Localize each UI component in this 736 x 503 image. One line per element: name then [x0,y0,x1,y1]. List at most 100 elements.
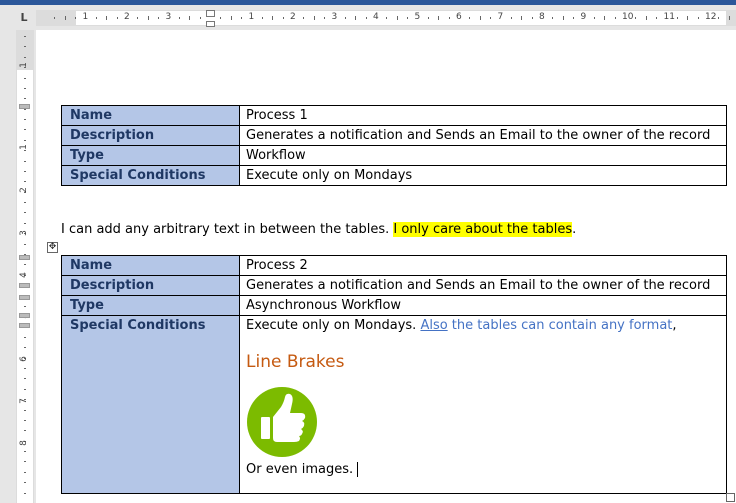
table-value-cell[interactable]: Process 1 [239,105,727,126]
table-value-cell[interactable]: Generates a notification and Sends an Em… [239,125,727,146]
table-key-cell[interactable]: Name [61,255,240,276]
special-conditions-text: Execute only on Mondays. [246,318,421,333]
ruler-tick [147,16,149,20]
ruler-tick [24,482,26,484]
table-value-cell[interactable]: Process 2 [239,255,727,276]
ruler-tick [521,16,523,20]
table-value-cell[interactable]: Generates a notification and Sends an Em… [239,275,727,296]
table-row: Type Asynchronous Workflow [61,295,727,316]
table-key-cell[interactable]: Description [61,125,240,146]
ruler-tick [24,347,26,349]
table-value-cell[interactable]: Workflow [239,145,727,166]
row-marker[interactable] [19,295,30,300]
table-row: Type Workflow [61,145,727,166]
table-value-cell[interactable]: Execute only on Mondays [239,165,727,186]
ruler-tick [24,170,26,172]
table-value-cell[interactable]: Asynchronous Workflow [239,295,727,316]
ruler-tick [24,36,26,37]
ruler-tick [386,17,388,19]
ruler-tick [24,129,26,131]
ruler-tick [24,139,26,141]
ruler-tick [365,17,367,19]
ruler-tick [116,17,118,19]
ruler-tick [438,16,440,20]
ruler-tick [697,17,699,19]
ruler-tick [220,17,222,19]
ruler-tick [282,17,284,19]
ruler-tick [24,212,26,214]
row-marker[interactable] [19,255,30,260]
ruler-tick [24,461,26,463]
ruler-tick [531,17,533,19]
format-text: the tables can contain any format [447,318,673,333]
ruler-tick [106,16,108,20]
table-move-handle-icon[interactable]: ✥ [47,242,58,253]
ruler-tick [728,16,730,20]
ruler-tick [24,243,26,245]
body-paragraph[interactable]: I can add any arbitrary text in between … [61,222,576,237]
ruler-tick [687,16,689,20]
ruler-tick [24,77,26,79]
ruler-number: 7 [18,398,29,404]
table-row: Special Conditions Execute only on Monda… [61,315,727,494]
ruler-number: 11 [663,12,675,22]
ruler-tick [635,17,637,19]
table-key-cell[interactable]: Description [61,275,240,296]
ruler-tick [24,160,26,162]
process-table-1: Name Process 1 Description Generates a n… [61,105,727,186]
ruler-tick [396,16,398,20]
table-key-cell[interactable]: Special Conditions [61,315,240,494]
ruler-tick [261,17,263,19]
thumbs-up-icon[interactable] [246,386,318,458]
ruler-tick [313,16,315,20]
row-marker[interactable] [19,313,30,318]
ruler-number: 4 [373,12,379,22]
ruler-tick [718,17,720,19]
ruler-tick [469,17,471,19]
special-conditions-cell[interactable]: Execute only on Mondays. Also the tables… [239,315,727,494]
row-marker[interactable] [19,104,30,109]
table-key-cell[interactable]: Special Conditions [61,165,240,186]
horizontal-ruler[interactable]: 1 2 3 1 2 3 4 5 6 7 8 9 10 11 12 [36,10,736,27]
ruler-tick [645,16,647,20]
indent-marker[interactable] [206,21,215,27]
ruler-tick [24,56,26,58]
ruler-tick [24,492,26,494]
ruler-number: 1 [18,144,29,150]
ruler-tick [24,419,26,421]
ruler-number: 3 [165,12,172,22]
vertical-ruler[interactable]: 112345678 [16,30,34,503]
ruler-tick [24,409,26,411]
table-key-cell[interactable]: Name [61,105,240,126]
ruler-tick [24,98,26,100]
table-key-cell[interactable]: Type [61,295,240,316]
row-marker[interactable] [19,323,30,328]
ruler-number: 1 [248,12,255,22]
ruler-tick [75,17,77,19]
images-caption: Or even images. [246,462,354,477]
ruler-tick [24,46,26,48]
row-marker[interactable] [19,283,30,288]
table-resize-handle[interactable] [726,493,735,502]
ruler-tick [24,388,26,390]
text-cursor [357,462,359,477]
ruler-tick [510,17,512,19]
ruler-tick [614,17,616,19]
ruler-tick [24,471,26,473]
table-key-cell[interactable]: Type [61,145,240,166]
ruler-number: 6 [18,356,29,362]
ruler-tick [24,336,26,338]
ruler-tick [324,17,326,19]
ruler-tick [676,17,678,19]
also-link-text: Also [420,318,448,333]
comma-text: , [672,318,677,333]
ruler-tick [158,17,160,19]
tab-selector-button[interactable]: L [16,11,32,25]
indent-marker[interactable] [206,10,215,17]
ruler-tick [24,368,26,369]
ruler-number: 2 [290,12,296,22]
ruler-tick [573,17,575,19]
ruler-number: 3 [331,12,338,22]
ruler-tick [552,17,554,19]
line-brakes-heading: Line Brakes [246,352,345,372]
